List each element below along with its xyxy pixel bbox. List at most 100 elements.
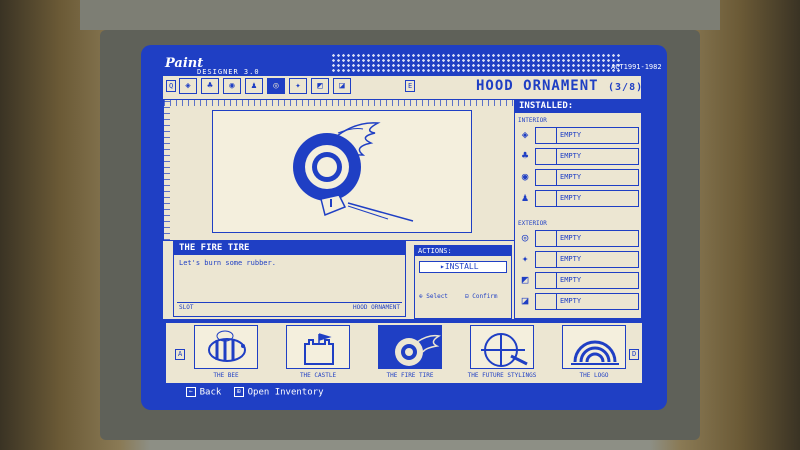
strip-next-key[interactable]: D xyxy=(629,349,640,360)
tree-icon: ♣ xyxy=(521,149,529,162)
slot-value: EMPTY xyxy=(560,152,582,160)
item-info-panel: THE FIRE TIRE Let's burn some rubber. SL… xyxy=(173,241,406,317)
category-tab-pin[interactable]: ✦ xyxy=(289,78,307,94)
installed-title: INSTALLED: xyxy=(515,100,641,113)
tire-icon: ◎ xyxy=(521,231,529,244)
horizontal-ruler xyxy=(164,100,516,106)
select-hint-label: Select xyxy=(426,293,448,300)
interior-label: INTERIOR xyxy=(518,117,547,124)
header-dither-pattern xyxy=(331,53,621,73)
actions-title: ACTIONS: xyxy=(415,246,511,256)
inventory-item[interactable] xyxy=(194,325,258,369)
item-name: THE FIRE TIRE xyxy=(174,242,405,255)
exterior-slot[interactable]: ◎ EMPTY xyxy=(515,229,641,248)
slot-swatch xyxy=(536,231,557,246)
slot-box: EMPTY xyxy=(535,272,639,289)
pin-icon: ✦ xyxy=(521,252,529,265)
shield-icon: ◈ xyxy=(521,128,529,141)
inventory-item-label: THE CASTLE xyxy=(299,372,337,379)
category-tab-shield[interactable]: ◈ xyxy=(179,78,197,94)
interior-slot[interactable]: ♣ EMPTY xyxy=(515,147,641,166)
actions-panel: ACTIONS: ▸INSTALL ⊕ Select ⊟ Confirm xyxy=(414,245,512,319)
category-tab-paint[interactable]: ◩ xyxy=(311,78,329,94)
slot-swatch xyxy=(536,294,557,309)
sticker-icon: ◪ xyxy=(339,81,345,91)
interior-slot[interactable]: ♟ EMPTY xyxy=(515,189,641,208)
tire-icon: ◎ xyxy=(273,81,279,91)
castle-icon xyxy=(304,333,334,365)
category-tab-sticker[interactable]: ◪ xyxy=(333,78,351,94)
fire-tire-preview xyxy=(293,122,414,222)
category-toolbar: Q ◈ ♣ ◉ ♟ ◎ ✦ ◩ ◪ E xyxy=(163,77,513,95)
inventory-item[interactable] xyxy=(286,325,350,369)
interior-slot[interactable]: ◉ EMPTY xyxy=(515,168,641,187)
artboard xyxy=(212,110,472,233)
confirm-hint-label: Confirm xyxy=(472,293,498,300)
category-title: HOOD ORNAMENT (3/8) xyxy=(476,78,643,94)
inventory-item[interactable] xyxy=(562,325,626,369)
exterior-slot[interactable]: ◩ EMPTY xyxy=(515,271,641,290)
category-tab-tire[interactable]: ◎ xyxy=(267,78,285,94)
inventory-strip: A THE BEE THE CASTLE THE FIRE TIRE THE FUTU… xyxy=(165,322,643,384)
slot-value: EMPTY xyxy=(560,234,582,242)
category-tab-joystick[interactable]: ♟ xyxy=(245,78,263,94)
open-inventory-label: Open Inventory xyxy=(247,387,324,398)
inventory-item-label: THE BEE xyxy=(213,372,239,379)
confirm-hint: ⊟ Confirm xyxy=(465,293,498,300)
slot-value: EMPTY xyxy=(560,194,582,202)
sticker-icon: ◪ xyxy=(521,294,529,307)
back-key-icon: ← xyxy=(186,387,196,397)
inventory-item-label: THE LOGO xyxy=(579,372,609,379)
slot-box: EMPTY xyxy=(535,251,639,268)
paint-icon: ◩ xyxy=(317,81,323,91)
slot-label: SLOT xyxy=(179,304,194,311)
bee-icon xyxy=(208,330,246,362)
dpad-icon: ⊕ xyxy=(419,293,423,300)
exterior-slot[interactable]: ◪ EMPTY xyxy=(515,292,641,311)
interior-slot[interactable]: ◈ EMPTY xyxy=(515,126,641,145)
slot-box: EMPTY xyxy=(535,230,639,247)
category-tab-eye[interactable]: ◉ xyxy=(223,78,241,94)
joystick-icon: ♟ xyxy=(251,81,257,91)
serial-number: ACT1991-1982 xyxy=(611,63,662,71)
category-tab-tree[interactable]: ♣ xyxy=(201,78,219,94)
install-button[interactable]: ▸INSTALL xyxy=(419,261,507,273)
shield-icon: ◈ xyxy=(185,81,191,91)
strip-prev-key[interactable]: A xyxy=(175,349,186,360)
slot-swatch xyxy=(536,191,557,206)
inventory-item[interactable] xyxy=(470,325,534,369)
slot-box: EMPTY xyxy=(535,190,639,207)
open-inventory-hint[interactable]: ⊞ Open Inventory xyxy=(234,387,323,398)
exterior-slot[interactable]: ✦ EMPTY xyxy=(515,250,641,269)
slot-value: EMPTY xyxy=(560,173,582,181)
category-name: HOOD ORNAMENT xyxy=(476,78,599,94)
inventory-item-label: THE FIRE TIRE xyxy=(386,372,434,379)
prev-category-key[interactable]: Q xyxy=(166,80,177,92)
vertical-ruler xyxy=(164,100,170,240)
back-label: Back xyxy=(199,387,222,398)
slot-value: EMPTY xyxy=(560,131,582,139)
brand-subtitle: DESIGNER 3.0 xyxy=(197,68,260,76)
inventory-item-label: THE FUTURE STYLINGS xyxy=(467,372,537,379)
inventory-item[interactable] xyxy=(378,325,442,369)
design-canvas xyxy=(163,99,517,241)
fire-tire-icon xyxy=(395,334,442,366)
eye-icon: ◉ xyxy=(521,170,529,183)
exterior-label: EXTERIOR xyxy=(518,220,547,227)
info-divider xyxy=(177,302,402,303)
slot-box: EMPTY xyxy=(535,148,639,165)
slot-value: EMPTY xyxy=(560,255,582,263)
slot-swatch xyxy=(536,170,557,185)
logo-icon xyxy=(571,340,619,365)
pin-icon: ✦ xyxy=(295,81,301,91)
slot-box: EMPTY xyxy=(535,169,639,186)
slot-swatch xyxy=(536,149,557,164)
back-hint[interactable]: ← Back xyxy=(186,387,221,398)
slot-value: EMPTY xyxy=(560,297,582,305)
category-count: (3/8) xyxy=(608,82,644,93)
select-hint: ⊕ Select xyxy=(419,293,448,300)
install-label: INSTALL xyxy=(444,262,479,271)
next-category-key[interactable]: E xyxy=(405,80,416,92)
item-description: Let's burn some rubber. xyxy=(179,259,276,267)
rocket-icon xyxy=(481,333,528,367)
